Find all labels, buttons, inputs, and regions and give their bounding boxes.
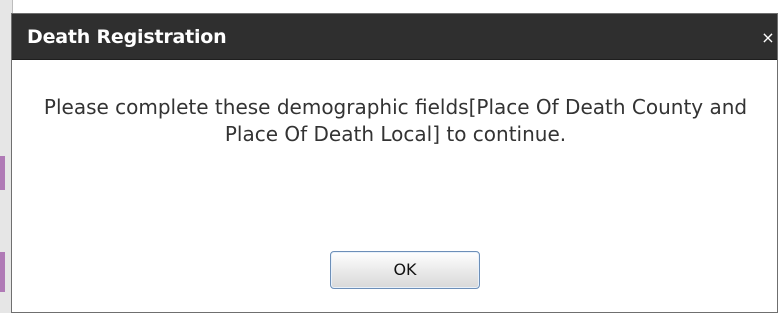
background-accent-mark bbox=[0, 156, 5, 190]
dialog-message: Please complete these demographic fields… bbox=[43, 95, 748, 146]
dialog-titlebar[interactable]: Death Registration × bbox=[12, 14, 777, 60]
background-accent-mark bbox=[0, 252, 5, 292]
death-registration-dialog: Death Registration × Please complete the… bbox=[11, 13, 778, 313]
close-icon[interactable]: × bbox=[759, 27, 777, 49]
dialog-title: Death Registration bbox=[27, 26, 227, 48]
ok-button[interactable]: OK bbox=[330, 251, 480, 289]
